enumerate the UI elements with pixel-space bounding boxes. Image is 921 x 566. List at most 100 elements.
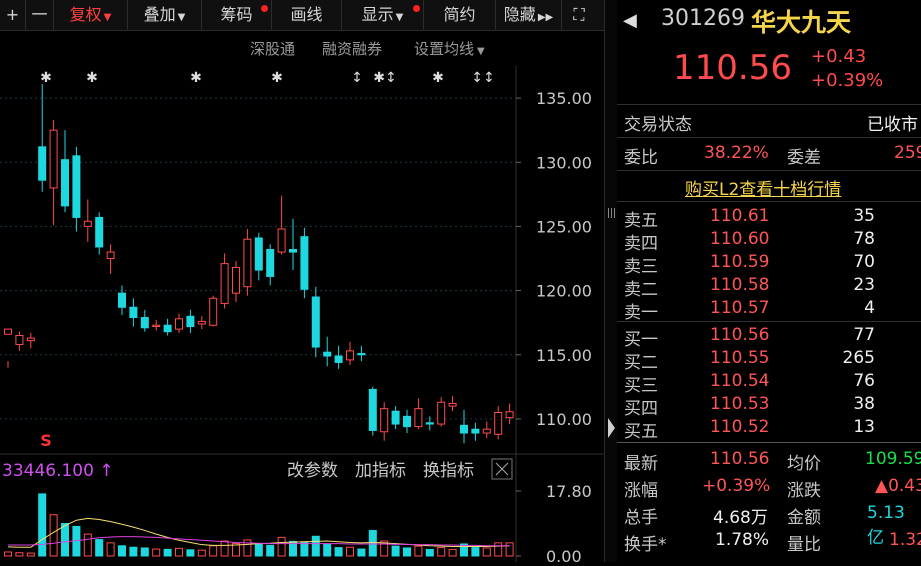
event-marker-icon: ✱↕ [373,70,396,86]
candle-body [4,328,12,335]
event-marker-icon: ↕↕ [471,70,494,86]
volume-bar [391,545,400,557]
volume-bar [49,514,58,557]
candle-body [494,412,503,435]
candle-body [72,155,81,218]
zoom-out-button[interactable]: 一 [26,0,54,30]
change-params-button[interactable]: 改参数 [287,461,338,481]
caret-down-icon: ▼ [477,46,485,57]
bid-level-row[interactable]: 买四 110.53 38 [617,394,921,419]
volume-bar [26,552,35,557]
level-volume: 70 [853,252,875,272]
fuquan-dropdown[interactable]: 复权 ▼ [54,0,128,30]
bid-level-row[interactable]: 买五 110.52 13 [617,417,921,442]
volume-bar [448,548,457,557]
ask-level-row[interactable]: 卖五 110.61 35 [617,206,921,231]
overlay-label: 叠加 [143,5,176,24]
overlay-dropdown[interactable]: 叠加 ▼ [128,0,202,30]
chips-button[interactable]: 筹码 [202,0,272,30]
display-label: 显示 [361,5,394,24]
level-label: 买二 [624,353,658,373]
volume-bar [403,547,411,557]
level-volume: 77 [853,325,875,345]
ask-level-row[interactable]: 卖四 110.60 78 [617,229,921,254]
candle-body [95,216,104,248]
caret-down-icon: ▼ [177,12,186,23]
y-tick-label: 120.00 [536,282,592,301]
bid-level-row[interactable]: 买三 110.54 76 [617,371,921,396]
level-price: 110.54 [710,371,770,391]
display-dropdown[interactable]: 显示 ▼ [342,0,424,30]
ask-level-row[interactable]: 卖三 110.59 70 [617,252,921,277]
event-marker-icon: ✱ [432,70,444,86]
candle-body [380,408,389,433]
draw-line-button[interactable]: 画线 [272,0,342,30]
ask-level-row[interactable]: 卖二 110.58 23 [617,275,921,300]
kline-chart-area[interactable]: 135.00 130.00 125.00 120.00 115.00 110.00 ✱ ✱ ✱ ✱… [0,66,604,562]
volume-bar [425,548,434,557]
vol-value: 4.68万 [713,508,768,528]
volume-bar [209,545,218,557]
candle-body [152,324,161,328]
margin-trading-link[interactable]: 融资融券 [322,38,382,59]
level-price: 110.58 [710,275,770,295]
pct-value: +0.39% [702,476,771,496]
bid-level-row[interactable]: 买一 110.56 77 [617,325,921,350]
expand-arrow-icon [608,418,615,438]
stats-row-latest: 最新 110.56 均价 109.59 [617,449,921,474]
turnover-label: 换手* [624,535,667,555]
candle-body [368,388,377,431]
ask-level-row[interactable]: 卖一 110.57 4 [617,298,921,323]
simple-mode-button[interactable]: 简约 [424,0,496,30]
candle-body [232,266,240,294]
weibi-label: 委比 [624,148,658,168]
vol-label: 总手 [624,508,658,528]
level-price: 110.52 [710,417,770,437]
volume-bar [83,533,92,557]
event-marker-icon: ✱ [271,70,283,86]
stats-row-vol: 总手 4.68万 金额 5.13亿 [617,503,921,548]
zoom-in-button[interactable]: + [0,0,26,30]
divider [617,137,921,138]
stats-row-turn: 换手* 1.78% 量比 1.32 [617,530,921,555]
bid-level-row[interactable]: 买二 110.55 265 [617,348,921,373]
candle-body [209,297,218,326]
price-change: +0.43 [811,46,867,67]
latest-value: 110.56 [710,449,770,469]
level-volume: 13 [853,417,875,437]
kline-chart-svg[interactable]: 135.00 130.00 125.00 120.00 115.00 110.00 ✱ ✱ ✱ ✱… [0,66,604,562]
l2-upgrade-link[interactable]: 购买L2查看十档行情 [685,175,841,200]
level-volume: 4 [864,298,875,318]
prev-stock-arrow-icon[interactable]: ◀ [623,10,637,31]
candle-body [175,318,183,330]
shengutong-link[interactable]: 深股通 [250,38,295,59]
divider [617,201,921,202]
add-indicator-button[interactable]: 加指标 [355,461,406,481]
candle-body [403,415,411,428]
quote-panel: ◀ 301269 华大九天 110.56 +0.43 +0.39% 交易状态 已… [617,0,921,562]
y-tick-label: 115.00 [536,346,592,365]
y-tick-label: 125.00 [536,217,592,236]
amt-label: 金额 [787,508,821,528]
candle-body [505,411,514,419]
level-label: 卖一 [624,303,658,323]
notification-dot [413,5,420,12]
chart-toolbar: + 一 复权 ▼ 叠加 ▼ 筹码 画线 显示 ▼ 简约 隐藏 ▶▶ ⛶ [0,0,604,31]
volume-bar [494,542,503,557]
hide-button[interactable]: 隐藏 ▶▶ [496,0,562,30]
candle-body [118,292,126,308]
candle-body [323,351,332,357]
set-ma-dropdown[interactable]: 设置均线 ▼ [414,38,485,59]
candle-body [106,251,115,259]
volume-bar [220,540,229,557]
volume-bar [106,542,115,557]
candle-body [49,129,58,189]
chips-label: 筹码 [220,5,253,24]
level-label: 卖三 [624,257,658,277]
fullscreen-icon[interactable]: ⛶ [562,0,596,30]
level-label: 卖四 [624,234,658,254]
candle-body [140,317,149,329]
chart-subbar: 深股通 融资融券 设置均线 ▼ [0,30,604,66]
switch-indicator-button[interactable]: 换指标 [423,461,474,481]
candle-body [61,159,69,207]
